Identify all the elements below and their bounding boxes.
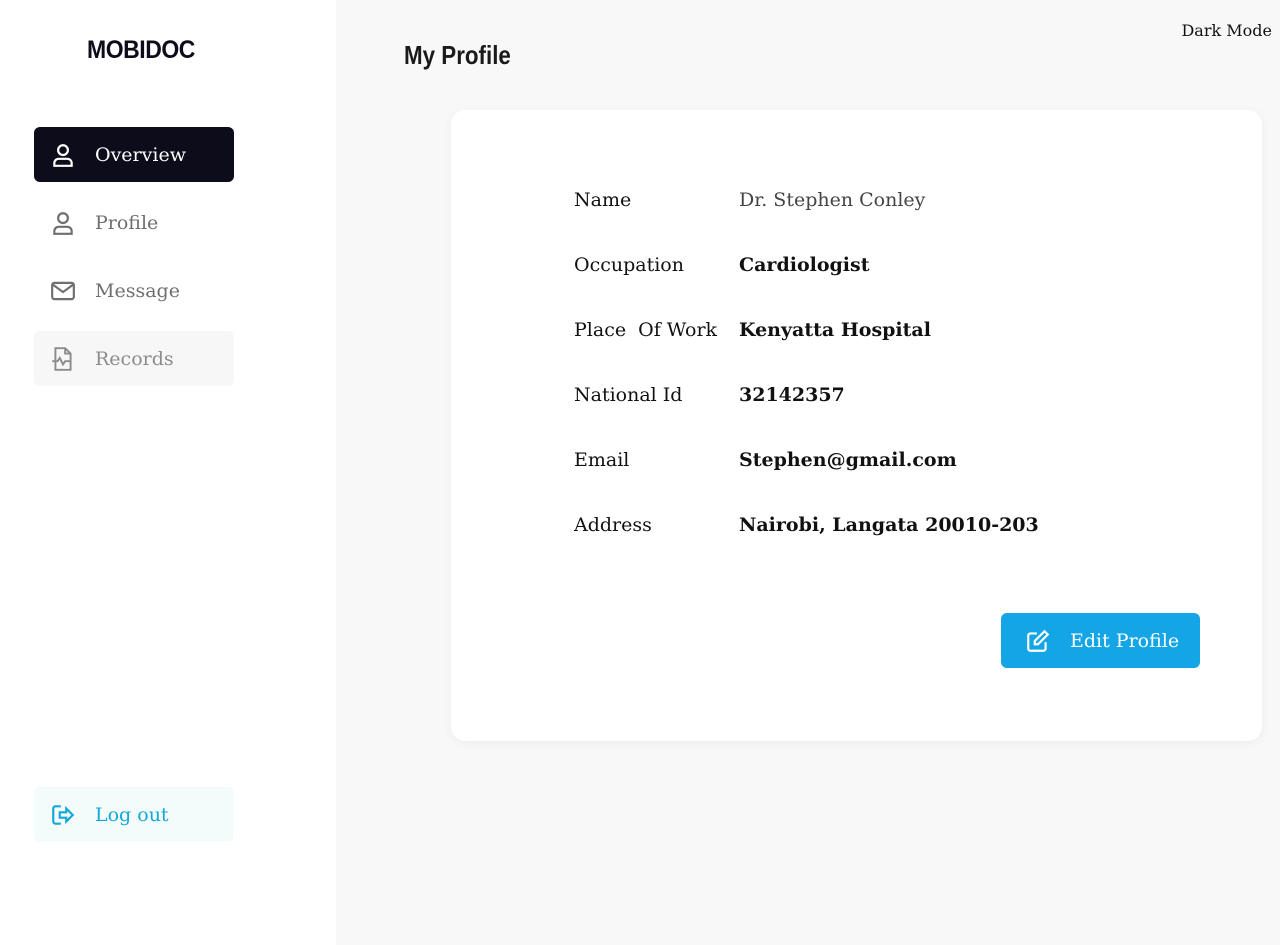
field-value: Cardiologist bbox=[739, 254, 870, 276]
profile-row-address: Address Nairobi, Langata 20010-203 bbox=[574, 514, 1039, 536]
profile-card: Name Dr. Stephen Conley Occupation Cardi… bbox=[451, 110, 1262, 741]
profile-row-place-of-work: Place Of Work Kenyatta Hospital bbox=[574, 319, 931, 341]
profile-row-email: Email Stephen@gmail.com bbox=[574, 449, 957, 471]
edit-profile-label: Edit Profile bbox=[1070, 629, 1180, 652]
profile-row-national-id: National Id 32142357 bbox=[574, 384, 845, 406]
edit-icon bbox=[1025, 628, 1051, 654]
profile-row-name: Name Dr. Stephen Conley bbox=[574, 189, 925, 211]
edit-profile-button[interactable]: Edit Profile bbox=[1001, 613, 1200, 668]
field-label: Name bbox=[574, 189, 632, 211]
page-title: My Profile bbox=[404, 40, 511, 70]
field-value: Nairobi, Langata 20010-203 bbox=[739, 514, 1039, 536]
envelope-icon bbox=[50, 278, 76, 304]
field-label: Place Of Work bbox=[574, 319, 718, 341]
brand-logo: MOBIDOC bbox=[87, 36, 195, 64]
user-icon bbox=[50, 210, 76, 236]
profile-row-occupation: Occupation Cardiologist bbox=[574, 254, 870, 276]
sidebar-item-profile[interactable]: Profile bbox=[34, 195, 234, 250]
field-label: National Id bbox=[574, 384, 683, 406]
sidebar-item-label: Overview bbox=[95, 143, 186, 166]
field-label: Address bbox=[574, 514, 652, 536]
sidebar-item-label: Records bbox=[95, 347, 174, 370]
sidebar-item-records[interactable]: Records bbox=[34, 331, 234, 386]
dark-mode-toggle[interactable]: Dark Mode bbox=[1181, 21, 1272, 40]
file-pulse-icon bbox=[50, 346, 76, 372]
sidebar-item-label: Message bbox=[95, 279, 180, 302]
sidebar-item-overview[interactable]: Overview bbox=[34, 127, 234, 182]
sidebar-item-label: Profile bbox=[95, 211, 159, 234]
field-value: Kenyatta Hospital bbox=[739, 319, 931, 341]
field-label: Email bbox=[574, 449, 630, 471]
field-value: Stephen@gmail.com bbox=[739, 449, 957, 471]
sidebar-item-message[interactable]: Message bbox=[34, 263, 234, 318]
user-icon bbox=[50, 142, 76, 168]
field-value: Dr. Stephen Conley bbox=[739, 189, 926, 211]
logout-label: Log out bbox=[95, 803, 169, 826]
sidebar: MOBIDOC Overview Profile Message Records… bbox=[0, 0, 336, 945]
logout-icon bbox=[50, 802, 76, 828]
field-label: Occupation bbox=[574, 254, 684, 276]
field-value: 32142357 bbox=[739, 384, 845, 406]
logout-button[interactable]: Log out bbox=[34, 787, 234, 842]
